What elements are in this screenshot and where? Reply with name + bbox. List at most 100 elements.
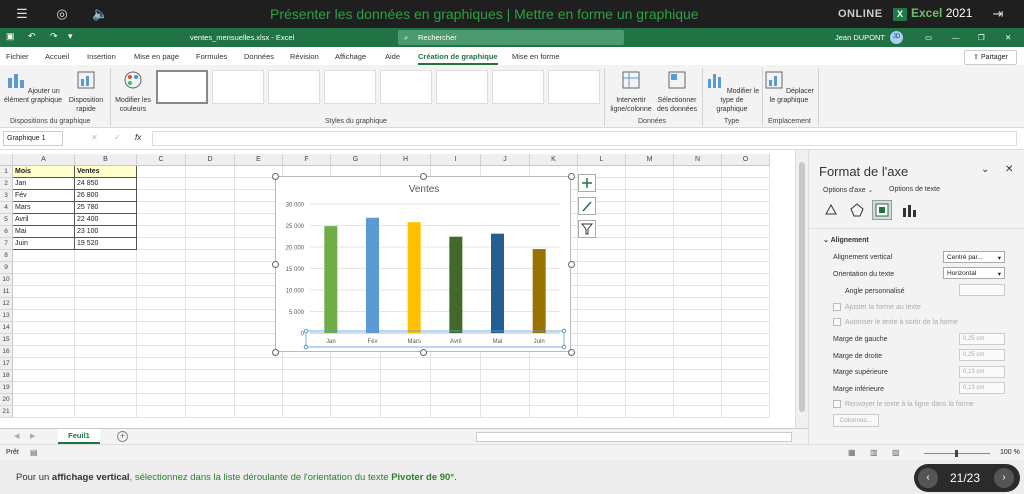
cell[interactable]	[75, 370, 137, 382]
cell[interactable]	[331, 358, 381, 370]
chart-style-8[interactable]	[548, 70, 600, 104]
cell[interactable]	[186, 358, 235, 370]
row-header[interactable]: 19	[0, 382, 13, 394]
custom-angle-spinner[interactable]	[959, 284, 1005, 296]
row-header[interactable]: 6	[0, 226, 13, 238]
cell[interactable]	[186, 322, 235, 334]
cell[interactable]	[626, 274, 674, 286]
row-header[interactable]: 20	[0, 394, 13, 406]
scroll-thumb[interactable]	[799, 162, 805, 412]
cell[interactable]	[137, 406, 186, 418]
cell[interactable]	[137, 310, 186, 322]
cell[interactable]	[186, 178, 235, 190]
cell[interactable]	[578, 262, 626, 274]
cell[interactable]	[578, 322, 626, 334]
change-chart-type-button[interactable]: Modifier le type de graphique	[704, 70, 760, 114]
avatar[interactable]: JD	[890, 31, 903, 44]
minimize-icon[interactable]: —	[952, 33, 960, 42]
select-all-corner[interactable]	[0, 154, 13, 166]
cell[interactable]	[578, 370, 626, 382]
cell[interactable]	[626, 298, 674, 310]
cell[interactable]	[137, 238, 186, 250]
redo-icon[interactable]: ↷	[50, 31, 58, 42]
cell[interactable]	[722, 346, 770, 358]
cell[interactable]	[626, 394, 674, 406]
quick-layout-button[interactable]: Disposition rapide	[66, 70, 106, 114]
next-step-icon[interactable]: ›	[994, 468, 1014, 488]
row-header[interactable]: 18	[0, 370, 13, 382]
cell[interactable]	[530, 370, 578, 382]
cell[interactable]	[381, 382, 431, 394]
cell[interactable]	[186, 262, 235, 274]
cell[interactable]	[137, 226, 186, 238]
horizontal-scrollbar[interactable]	[476, 432, 792, 442]
cell[interactable]	[13, 406, 75, 418]
tab-mise-en-forme[interactable]: Mise en forme	[512, 52, 560, 61]
cell[interactable]	[75, 250, 137, 262]
column-header[interactable]: A	[13, 154, 75, 166]
cell[interactable]	[75, 382, 137, 394]
cell[interactable]	[674, 334, 722, 346]
table-cell[interactable]: Mars	[13, 202, 75, 214]
cell[interactable]	[674, 238, 722, 250]
cell[interactable]	[13, 358, 75, 370]
cell[interactable]	[186, 310, 235, 322]
tab-formules[interactable]: Formules	[196, 52, 227, 61]
cell[interactable]	[674, 382, 722, 394]
cell[interactable]	[186, 370, 235, 382]
column-header[interactable]: M	[626, 154, 674, 166]
cell[interactable]	[722, 370, 770, 382]
cell[interactable]	[137, 346, 186, 358]
table-cell[interactable]: Jan	[13, 178, 75, 190]
top-margin-spinner[interactable]: 0,13 cm	[959, 366, 1005, 378]
customize-qat-icon[interactable]: ▾	[68, 31, 73, 42]
left-margin-spinner[interactable]: 0,25 cm	[959, 333, 1005, 345]
tab-fichier[interactable]: Fichier	[6, 52, 29, 61]
cell[interactable]	[481, 382, 530, 394]
row-header[interactable]: 10	[0, 274, 13, 286]
tab-mise-en-page[interactable]: Mise en page	[134, 52, 179, 61]
cell[interactable]	[137, 298, 186, 310]
cell[interactable]	[530, 406, 578, 418]
cell[interactable]	[722, 262, 770, 274]
cell[interactable]	[626, 226, 674, 238]
tab-insertion[interactable]: Insertion	[87, 52, 116, 61]
tab-accueil[interactable]: Accueil	[45, 52, 69, 61]
cell[interactable]	[75, 346, 137, 358]
cell[interactable]	[186, 274, 235, 286]
cell[interactable]	[578, 274, 626, 286]
cell[interactable]	[431, 394, 481, 406]
cell[interactable]	[13, 250, 75, 262]
help-icon[interactable]: ◎	[54, 6, 70, 22]
row-header[interactable]: 9	[0, 262, 13, 274]
cell[interactable]	[137, 166, 186, 178]
sound-icon[interactable]: 🔈	[92, 6, 108, 22]
column-header[interactable]: E	[235, 154, 283, 166]
fill-line-icon[interactable]	[823, 202, 839, 218]
prev-step-icon[interactable]: ‹	[918, 468, 938, 488]
text-orientation-select[interactable]: Horizontal ▾	[943, 267, 1005, 279]
cell[interactable]	[674, 310, 722, 322]
cell[interactable]	[722, 382, 770, 394]
cell[interactable]	[13, 370, 75, 382]
cell[interactable]	[137, 358, 186, 370]
size-properties-tab[interactable]	[872, 200, 892, 220]
cell[interactable]	[13, 346, 75, 358]
cell[interactable]	[674, 274, 722, 286]
chart-resize-handle[interactable]	[272, 261, 279, 268]
fx-icon[interactable]: fx	[135, 133, 141, 142]
close-icon[interactable]: ✕	[1005, 33, 1011, 42]
cell[interactable]	[235, 394, 283, 406]
table-cell[interactable]: 25 780	[75, 202, 137, 214]
chart-filters-button[interactable]	[578, 220, 596, 238]
row-header[interactable]: 4	[0, 202, 13, 214]
cell[interactable]	[674, 250, 722, 262]
cell[interactable]	[626, 310, 674, 322]
cell[interactable]	[431, 358, 481, 370]
cell[interactable]	[674, 202, 722, 214]
cell[interactable]	[722, 202, 770, 214]
cell[interactable]	[331, 394, 381, 406]
cell[interactable]	[626, 202, 674, 214]
select-data-button[interactable]: Sélectionner des données	[654, 70, 700, 114]
cell[interactable]	[481, 358, 530, 370]
